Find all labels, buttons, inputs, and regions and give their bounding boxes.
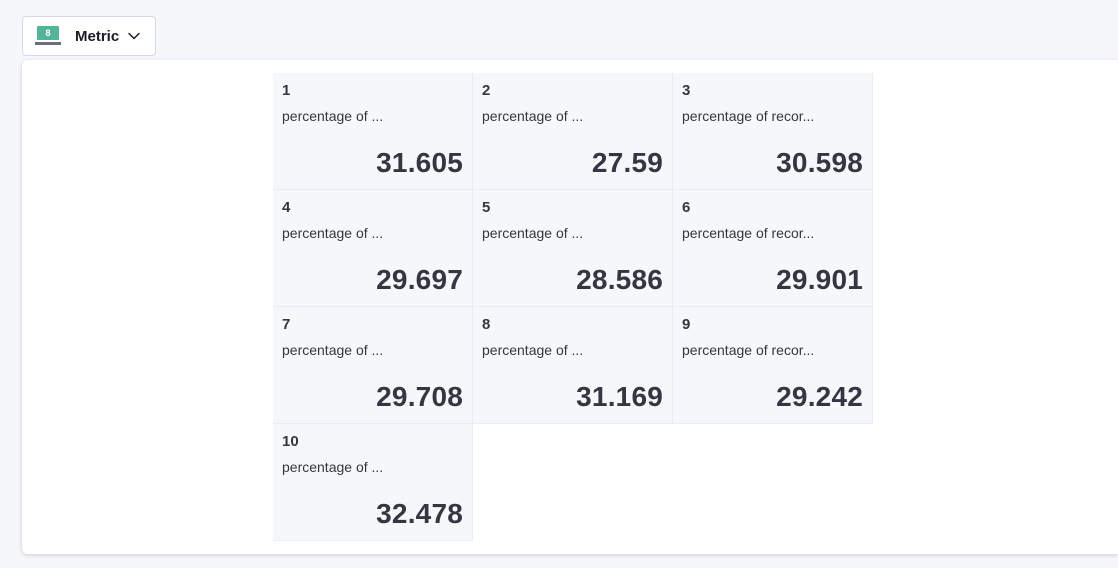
metric-subtitle: percentage of recor...: [682, 342, 815, 358]
metric-tile[interactable]: 2 percentage of ... 27.59: [473, 73, 673, 190]
metric-title: 6: [682, 199, 691, 216]
metric-tile[interactable]: 6 percentage of recor... 29.901: [673, 190, 873, 307]
metric-value: 32.478: [376, 498, 463, 529]
metric-title: 3: [682, 82, 691, 99]
metric-title: 1: [282, 82, 291, 99]
metric-tile[interactable]: 5 percentage of ... 28.586: [473, 190, 673, 307]
metric-tile[interactable]: 3 percentage of recor... 30.598: [673, 73, 873, 190]
metric-tile[interactable]: 10 percentage of ... 32.478: [273, 424, 473, 541]
metric-subtitle: percentage of ...: [282, 459, 384, 475]
metric-subtitle: percentage of ...: [282, 108, 384, 124]
metric-icon-base: [35, 42, 61, 45]
metric-tile[interactable]: 7 percentage of ... 29.708: [273, 307, 473, 424]
chevron-down-icon: [128, 32, 140, 40]
metric-value: 29.708: [376, 381, 463, 412]
metric-value: 31.605: [376, 147, 463, 178]
metric-tile[interactable]: 4 percentage of ... 29.697: [273, 190, 473, 307]
metric-value: 31.169: [576, 381, 663, 412]
metric-value: 29.697: [376, 264, 463, 295]
metric-subtitle: percentage of recor...: [682, 225, 815, 241]
metric-title: 10: [282, 433, 299, 450]
metric-title: 8: [482, 316, 491, 333]
metric-subtitle: percentage of ...: [282, 342, 384, 358]
metric-grid: 1 percentage of ... 31.605 2 percentage of .…: [273, 73, 873, 541]
metric-subtitle: percentage of ...: [482, 108, 584, 124]
metric-subtitle: percentage of ...: [482, 225, 584, 241]
metric-tile[interactable]: 8 percentage of ... 31.169: [473, 307, 673, 424]
metric-title: 4: [282, 199, 291, 216]
metric-tile[interactable]: 9 percentage of recor... 29.242: [673, 307, 873, 424]
metric-value: 28.586: [576, 264, 663, 295]
visualization-type-label: Metric: [75, 27, 120, 45]
metric-value: 30.598: [776, 147, 863, 178]
metric-subtitle: percentage of ...: [282, 225, 384, 241]
metric-value: 29.242: [776, 381, 863, 412]
visualization-panel: 1 percentage of ... 31.605 2 percentage of .…: [22, 60, 1118, 554]
metric-title: 2: [482, 82, 491, 99]
metric-visualization-icon: 8: [35, 26, 61, 46]
metric-subtitle: percentage of ...: [482, 342, 584, 358]
metric-title: 9: [682, 316, 691, 333]
metric-value: 27.59: [591, 147, 663, 178]
metric-title: 5: [482, 199, 491, 216]
visualization-switcher-button[interactable]: 8 Metric: [22, 16, 156, 56]
metric-icon-screen: 8: [37, 26, 59, 40]
metric-tile[interactable]: 1 percentage of ... 31.605: [273, 73, 473, 190]
metric-title: 7: [282, 316, 291, 333]
metric-value: 29.901: [776, 264, 863, 295]
metric-subtitle: percentage of recor...: [682, 108, 815, 124]
